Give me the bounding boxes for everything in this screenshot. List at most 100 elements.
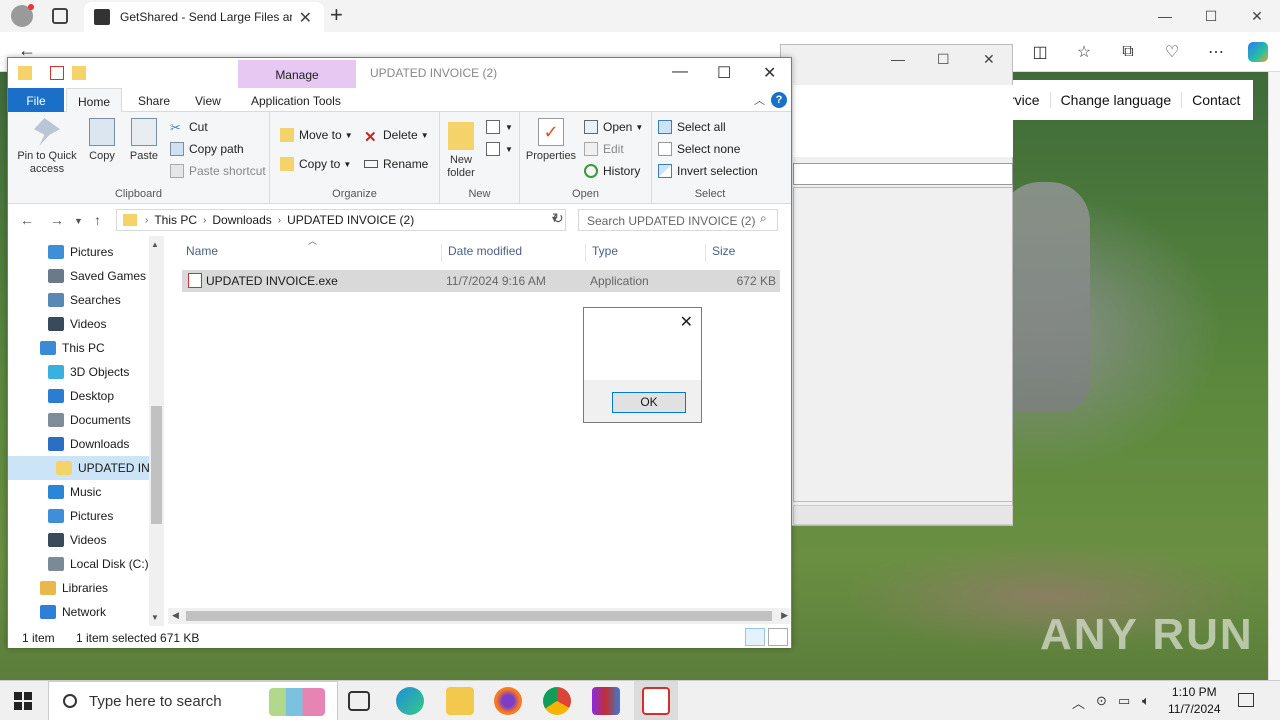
invert-selection-button[interactable]: Invert selection [658,164,758,178]
nav-scrollbar[interactable]: ▲ ▼ [149,236,164,626]
new-folder-quick-icon[interactable] [72,66,86,80]
rename-button[interactable]: Rename [364,157,428,171]
nav-item[interactable]: Desktop [8,384,150,408]
details-view-icon[interactable] [745,628,765,646]
nav-link-change-language[interactable]: Change language [1051,92,1183,108]
nav-item[interactable]: Music [8,480,150,504]
pdf-app-icon[interactable] [642,687,670,715]
explorer-close-button[interactable]: ✕ [763,63,776,83]
select-all-button[interactable]: Select all [658,120,726,134]
nav-item[interactable]: Libraries [8,576,150,600]
crumb-updated-invoice[interactable]: UPDATED INVOICE (2) [287,213,414,227]
close-window-button[interactable]: ✕ [1234,4,1280,28]
nav-item[interactable]: This PC [8,336,150,360]
copilot-icon[interactable] [1248,42,1268,62]
column-date-modified[interactable]: Date modified [442,244,586,262]
nav-item[interactable]: Saved Games [8,264,150,288]
tab-actions-icon[interactable] [52,8,68,24]
split-screen-icon[interactable]: ◫ [1030,42,1050,62]
copy-button[interactable]: Copy [86,118,118,163]
move-to-button[interactable]: Move to ▼ [280,128,353,142]
maximize-button[interactable]: ☐ [1188,4,1234,28]
nav-item[interactable]: Downloads [8,432,150,456]
nav-link-contact[interactable]: Contact [1182,92,1250,108]
ok-button[interactable]: OK [612,392,686,413]
new-tab-button[interactable]: + [330,2,343,28]
tab-view[interactable]: View [195,88,221,112]
bg-maximize-button[interactable]: ☐ [937,51,950,68]
forward-icon[interactable]: → [50,212,64,228]
winrar-icon[interactable] [592,687,620,715]
scroll-right-icon[interactable]: ▶ [781,610,788,621]
windows-start-icon[interactable] [14,692,32,710]
nav-item[interactable]: 3D Objects [8,360,150,384]
nav-item[interactable]: Local Disk (C:) [8,552,150,576]
network-icon[interactable]: ▭ [1118,693,1130,709]
nav-item[interactable]: Pictures [8,504,150,528]
new-item-button[interactable]: ▼ [486,120,513,134]
nav-item[interactable]: Pictures [8,240,150,264]
properties-quick-icon[interactable] [50,66,64,80]
bg-close-button[interactable]: ✕ [983,51,995,68]
firefox-icon[interactable] [494,687,522,715]
open-button[interactable]: Open ▼ [584,120,643,134]
edit-button[interactable]: Edit [584,142,624,156]
file-explorer-icon[interactable] [446,687,474,715]
large-icons-view-icon[interactable] [768,628,788,646]
column-type[interactable]: Type [586,244,706,262]
nav-item[interactable]: Videos [8,312,150,336]
nav-scroll-thumb[interactable] [151,406,162,524]
easy-access-button[interactable]: ▼ [486,142,513,156]
chrome-icon[interactable] [543,687,571,715]
column-name[interactable]: Name [180,244,442,262]
help-icon[interactable]: ? [771,92,787,108]
notifications-icon[interactable] [1238,693,1254,707]
copy-path-button[interactable]: Copy path [170,142,244,156]
nav-item[interactable]: Searches [8,288,150,312]
taskbar-search[interactable]: Type here to search [48,681,338,720]
tab-share[interactable]: Share [138,88,170,112]
search-input[interactable]: Search UPDATED INVOICE (2) [578,209,778,231]
history-button[interactable]: History [584,164,640,178]
browser-essentials-icon[interactable]: ♡ [1162,42,1182,62]
show-hidden-icons-icon[interactable]: ︿ [1072,693,1085,712]
bg-minimize-button[interactable]: — [891,51,905,67]
collections-icon[interactable]: ⧉ [1118,42,1138,62]
minimize-button[interactable]: — [1142,4,1188,28]
scroll-left-icon[interactable]: ◀ [172,610,179,621]
more-menu-icon[interactable]: ⋯ [1206,42,1226,62]
recent-locations-icon[interactable]: ▼ [74,216,83,226]
address-bar[interactable]: › This PC › Downloads › UPDATED INVOICE … [116,209,566,231]
nav-item[interactable]: Videos [8,528,150,552]
clock[interactable]: 1:10 PM 11/7/2024 [1168,684,1221,718]
paste-button[interactable]: Paste [128,118,160,163]
file-list-scroll-thumb[interactable] [186,611,772,621]
tab-manage[interactable]: Manage [238,60,356,88]
scroll-down-icon[interactable]: ▼ [151,613,159,622]
volume-icon[interactable]: 🔈︎ [1142,693,1150,709]
file-row[interactable]: UPDATED INVOICE.exe 11/7/2024 9:16 AM Ap… [182,270,780,292]
paste-shortcut-button[interactable]: Paste shortcut [170,164,266,178]
scroll-up-icon[interactable]: ▲ [151,240,159,249]
tab-home[interactable]: Home [66,88,122,112]
new-folder-button[interactable]: New folder [444,118,478,180]
copy-to-button[interactable]: Copy to ▼ [280,157,351,171]
close-tab-icon[interactable]: ✕ [299,8,312,28]
bg-dialog-combobox[interactable] [793,163,1013,185]
nav-item[interactable]: Network [8,600,150,624]
cut-button[interactable]: ✂ Cut [170,120,208,135]
crumb-this-pc[interactable]: This PC [154,213,197,227]
tab-application-tools[interactable]: Application Tools [251,88,341,112]
nav-item[interactable]: UPDATED INV [8,456,150,480]
crumb-downloads[interactable]: Downloads [212,213,271,227]
browser-tab[interactable]: GetShared - Send Large Files and ✕ [84,2,324,32]
message-box-close-icon[interactable]: ✕ [680,312,693,332]
nav-item[interactable]: Documents [8,408,150,432]
explorer-minimize-button[interactable]: — [672,63,688,81]
select-none-button[interactable]: Select none [658,142,740,156]
up-icon[interactable]: ↑ [94,212,101,228]
edge-icon[interactable] [396,687,424,715]
explorer-maximize-button[interactable]: ☐ [717,63,731,83]
refresh-icon[interactable]: ↻ [552,210,564,227]
properties-button[interactable]: ✓ Properties [524,118,578,163]
